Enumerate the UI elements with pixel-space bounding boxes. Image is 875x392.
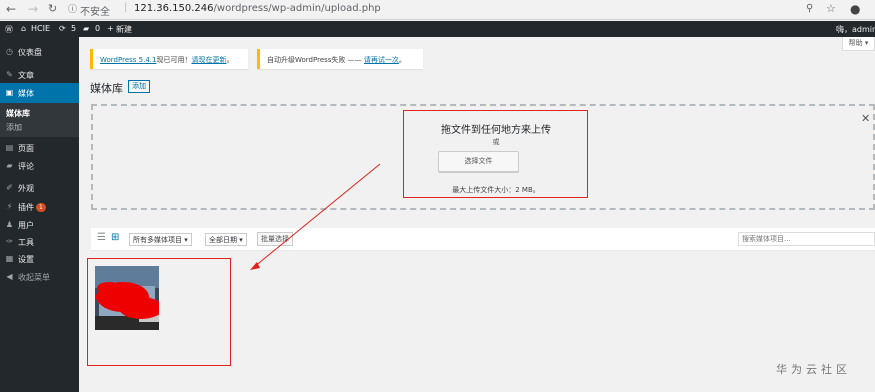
watermark: 华为云社区 [776,363,851,376]
annotation-arrow [250,163,381,270]
